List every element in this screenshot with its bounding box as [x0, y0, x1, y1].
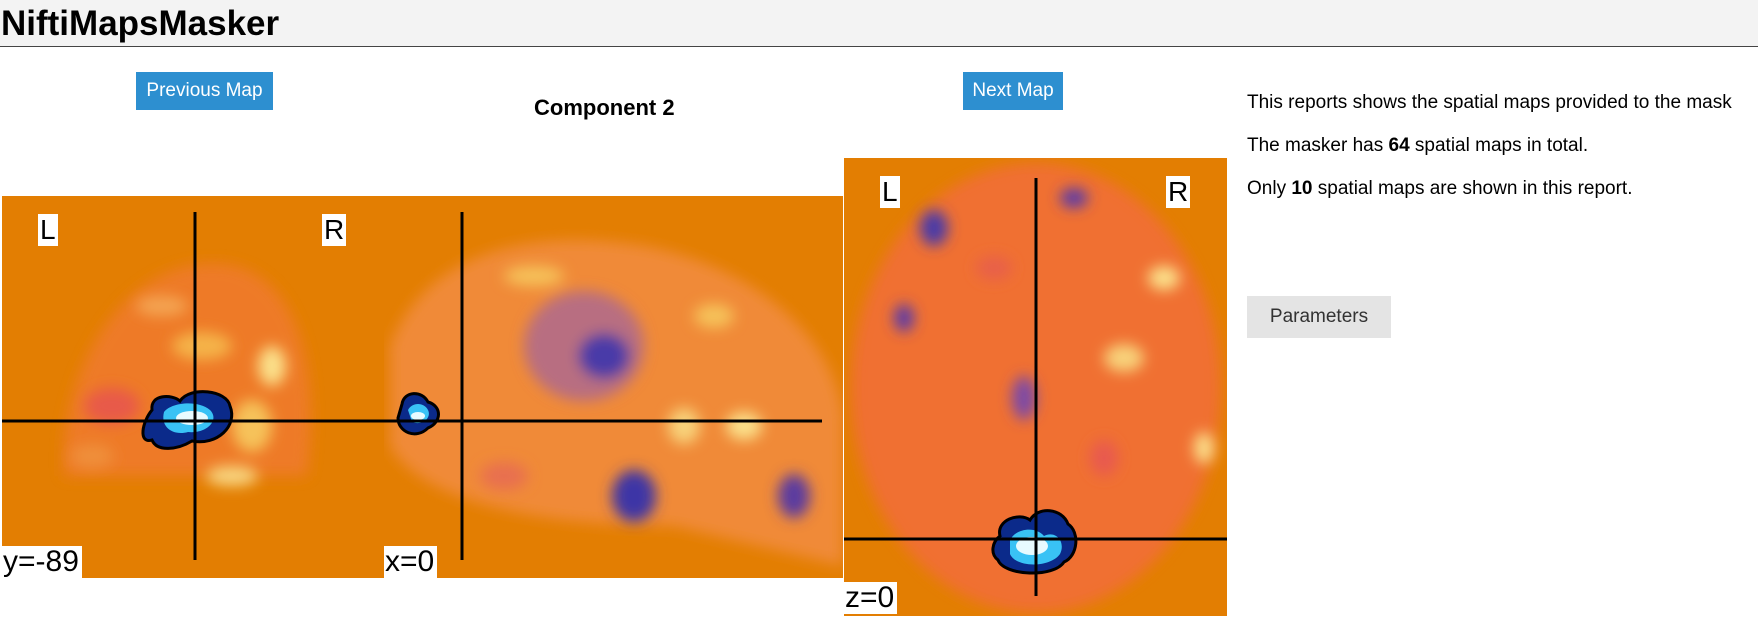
sagittal-coordinate: x=0 — [384, 546, 438, 578]
axial-coordinate: z=0 — [844, 582, 898, 614]
shown-maps-prefix: Only — [1247, 178, 1292, 199]
coronal-left-label: L — [38, 214, 58, 246]
coronal-brain-image — [2, 212, 384, 560]
total-maps-suffix: spatial maps in total. — [1409, 135, 1589, 156]
shown-maps-count: 10 — [1291, 178, 1313, 199]
axial-brain-image — [844, 163, 1227, 613]
axial-right-label: R — [1166, 176, 1191, 208]
shown-maps-text: Only 10 spatial maps are shown in this r… — [1247, 178, 1633, 200]
coronal-right-label: R — [322, 214, 347, 246]
previous-map-button[interactable]: Previous Map — [136, 72, 273, 110]
page-title: NiftiMapsMasker — [1, 4, 280, 43]
shown-maps-suffix: spatial maps are shown in this report. — [1312, 178, 1633, 199]
parameters-button[interactable]: Parameters — [1247, 296, 1391, 338]
coronal-view: L R y=-89 — [2, 196, 384, 578]
sagittal-view: x=0 — [384, 196, 843, 578]
coronal-coordinate: y=-89 — [2, 546, 82, 578]
total-maps-count: 64 — [1388, 135, 1410, 156]
report-description: This reports shows the spatial maps prov… — [1247, 92, 1732, 113]
total-maps-prefix: The masker has — [1247, 135, 1389, 156]
next-map-button[interactable]: Next Map — [963, 72, 1063, 110]
axial-left-label: L — [880, 176, 900, 208]
component-title: Component 2 — [534, 95, 675, 120]
total-maps-text: The masker has 64 spatial maps in total. — [1247, 135, 1588, 157]
page-header: NiftiMapsMasker — [0, 0, 1758, 47]
sagittal-brain-image — [384, 212, 843, 566]
axial-view: L R z=0 — [844, 158, 1227, 616]
